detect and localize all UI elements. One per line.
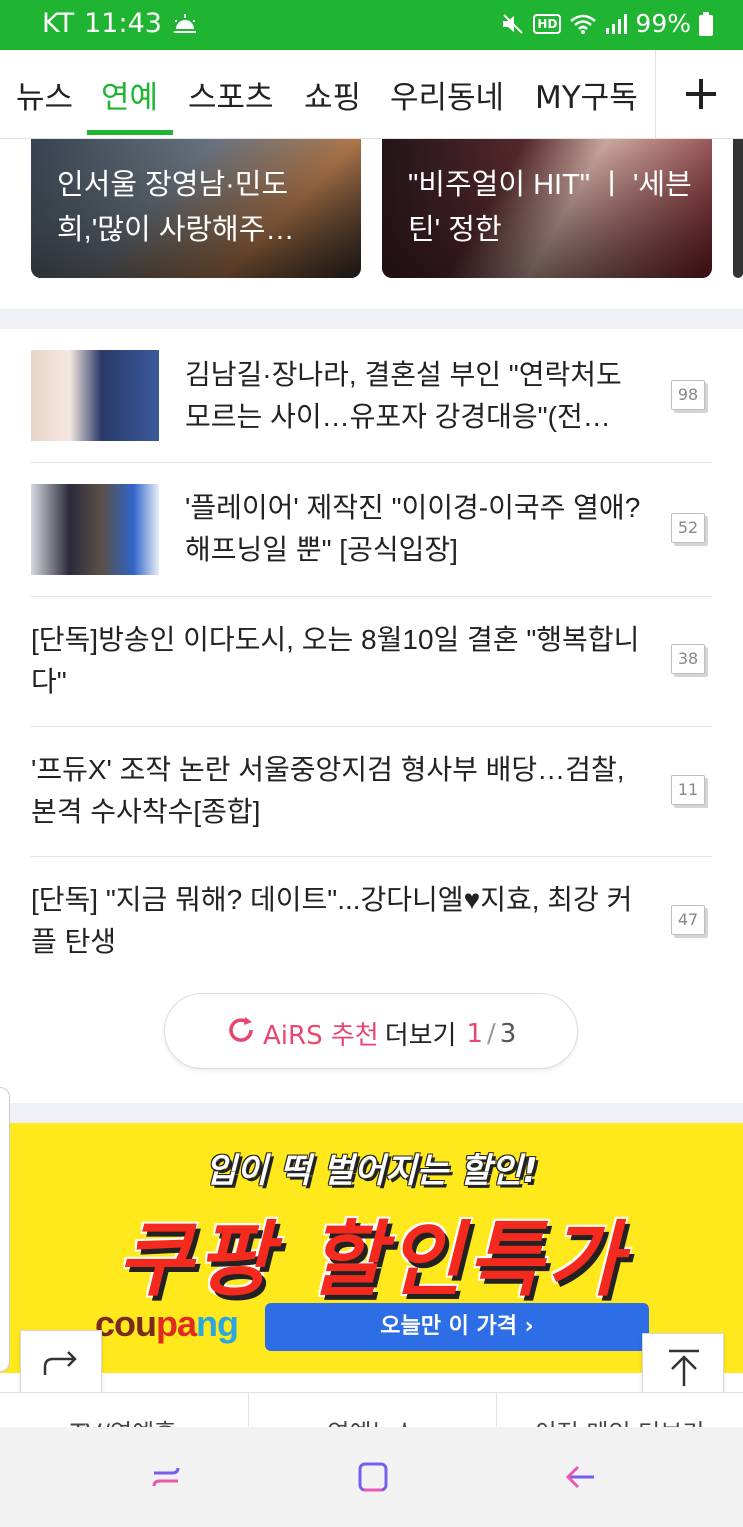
photo-card[interactable]: "비주얼이 HIT" ㅣ '세븐틴' 정한 — [382, 139, 712, 278]
current-page: 1 — [466, 1018, 483, 1049]
home-icon[interactable] — [355, 1459, 391, 1495]
side-drawer-handle[interactable] — [0, 1087, 10, 1372]
article-item[interactable]: '프듀X' 조작 논란 서울중앙지검 형사부 배당…검찰, 본격 수사착수[종합… — [31, 727, 712, 857]
logo-part: pa — [156, 1303, 197, 1344]
footer-link-ent-news[interactable]: 연예뉴스 — [248, 1413, 495, 1427]
battery-icon — [699, 11, 713, 36]
signal-icon — [605, 13, 628, 35]
article-title: 김남길·장나라, 결혼설 부인 "연락처도 모르는 사이…유포자 강경대응"(전… — [185, 359, 622, 432]
ad-cta-button[interactable]: 오늘만 이 가격 › — [265, 1303, 649, 1351]
coupang-ad-banner[interactable]: 입이 떡 벌어지는 할인! 쿠팡 할인특가 coupang 오늘만 이 가격 › — [0, 1123, 743, 1373]
comment-count-badge: 38 — [671, 644, 705, 674]
weather-sunrise-icon — [172, 13, 198, 35]
system-navigation-bar — [0, 1427, 743, 1527]
footer-link-tv-home[interactable]: TV/연예홈 — [0, 1413, 247, 1427]
active-tab-indicator — [87, 130, 173, 135]
wifi-icon — [569, 13, 597, 35]
photo-card-title: "비주얼이 HIT" ㅣ '세븐틴' 정한 — [408, 169, 692, 246]
airs-more-button[interactable]: AiRS 추천 더보기 1 / 3 — [164, 993, 578, 1069]
tab-neighborhood[interactable]: 우리동네 — [390, 72, 504, 117]
refresh-icon — [225, 1014, 257, 1053]
plus-icon-vertical — [699, 79, 703, 109]
tab-news[interactable]: 뉴스 — [16, 72, 73, 117]
comment-count-badge: 52 — [671, 513, 705, 543]
article-thumbnail — [31, 350, 159, 441]
article-item[interactable]: 김남길·장나라, 결혼설 부인 "연락처도 모르는 사이…유포자 강경대응"(전… — [31, 329, 712, 463]
back-icon[interactable] — [562, 1459, 598, 1495]
ad-headline: 입이 떡 벌어지는 할인! — [205, 1151, 538, 1191]
article-title: '프듀X' 조작 논란 서울중앙지검 형사부 배당…검찰, 본격 수사착수[종합… — [31, 754, 625, 827]
more-label: 더보기 — [384, 1021, 457, 1051]
section-divider — [0, 309, 743, 329]
tab-shopping[interactable]: 쇼핑 — [304, 72, 361, 117]
arrow-up-icon — [666, 1348, 702, 1392]
footer-links: TV/연예홈 연예뉴스 이전 메인 더보기 — [0, 1392, 743, 1427]
coupang-logo: coupang — [95, 1303, 239, 1345]
status-right: HD 99% — [501, 9, 713, 38]
tab-entertainment[interactable]: 연예 — [101, 72, 158, 117]
status-bar: KT 11:43 HD 99% — [0, 0, 743, 50]
photo-card-title: 인서울 장영남·민도희,'많이 사랑해주… — [57, 169, 295, 246]
photo-card[interactable]: 인서울 장영남·민도희,'많이 사랑해주… — [31, 139, 361, 278]
page-separator: / — [487, 1018, 496, 1049]
article-item[interactable]: '플레이어' 제작진 "이이경-이국주 열애? 해프닝일 뿐" [공식입장] 5… — [31, 463, 712, 597]
article-thumbnail — [31, 484, 159, 575]
section-divider — [0, 1103, 743, 1123]
footer-link-prev-main[interactable]: 이전 메인 더보기 — [496, 1413, 743, 1427]
airs-label: AiRS 추천 — [263, 1021, 379, 1051]
battery-percent: 99% — [635, 9, 691, 38]
article-title: [단독]방송인 이다도시, 오는 8월10일 결혼 "행복합니다" — [31, 624, 640, 697]
article-title: [단독] "지금 뭐해? 데이트"...강다니엘♥지효, 최강 커플 탄생 — [31, 884, 633, 957]
article-title: '플레이어' 제작진 "이이경-이국주 열애? 해프닝일 뿐" [공식입장] — [185, 492, 641, 565]
recent-apps-icon[interactable] — [148, 1459, 184, 1495]
share-button[interactable] — [20, 1330, 102, 1400]
mute-icon — [501, 13, 525, 35]
ad-title: 쿠팡 할인특가 — [116, 1213, 627, 1308]
add-tab-button[interactable] — [655, 50, 743, 138]
more-button-content: AiRS 추천 더보기 1 / 3 — [225, 1014, 516, 1053]
article-item[interactable]: [단독]방송인 이다도시, 오는 8월10일 결혼 "행복합니다" 38 — [31, 597, 712, 727]
comment-count-badge: 11 — [671, 775, 705, 805]
status-left: KT 11:43 — [42, 8, 198, 39]
comment-count-badge: 47 — [671, 905, 705, 935]
tab-my-subscription[interactable]: MY구독 — [535, 72, 638, 117]
share-icon — [41, 1349, 81, 1385]
clock: 11:43 — [84, 8, 162, 39]
photo-card-partial[interactable] — [733, 139, 743, 278]
hd-voice-badge: HD — [533, 13, 562, 34]
category-tabs: 뉴스 연예 스포츠 쇼핑 우리동네 MY구독 — [0, 50, 743, 139]
carrier-label: KT — [42, 8, 75, 39]
logo-part: ng — [196, 1303, 239, 1344]
comment-count-badge: 98 — [671, 380, 705, 410]
logo-part: cou — [95, 1303, 157, 1344]
total-pages: 3 — [499, 1018, 517, 1049]
tab-sports[interactable]: 스포츠 — [188, 72, 274, 117]
article-item[interactable]: [단독] "지금 뭐해? 데이트"...강다니엘♥지효, 최강 커플 탄생 47 — [31, 857, 712, 987]
